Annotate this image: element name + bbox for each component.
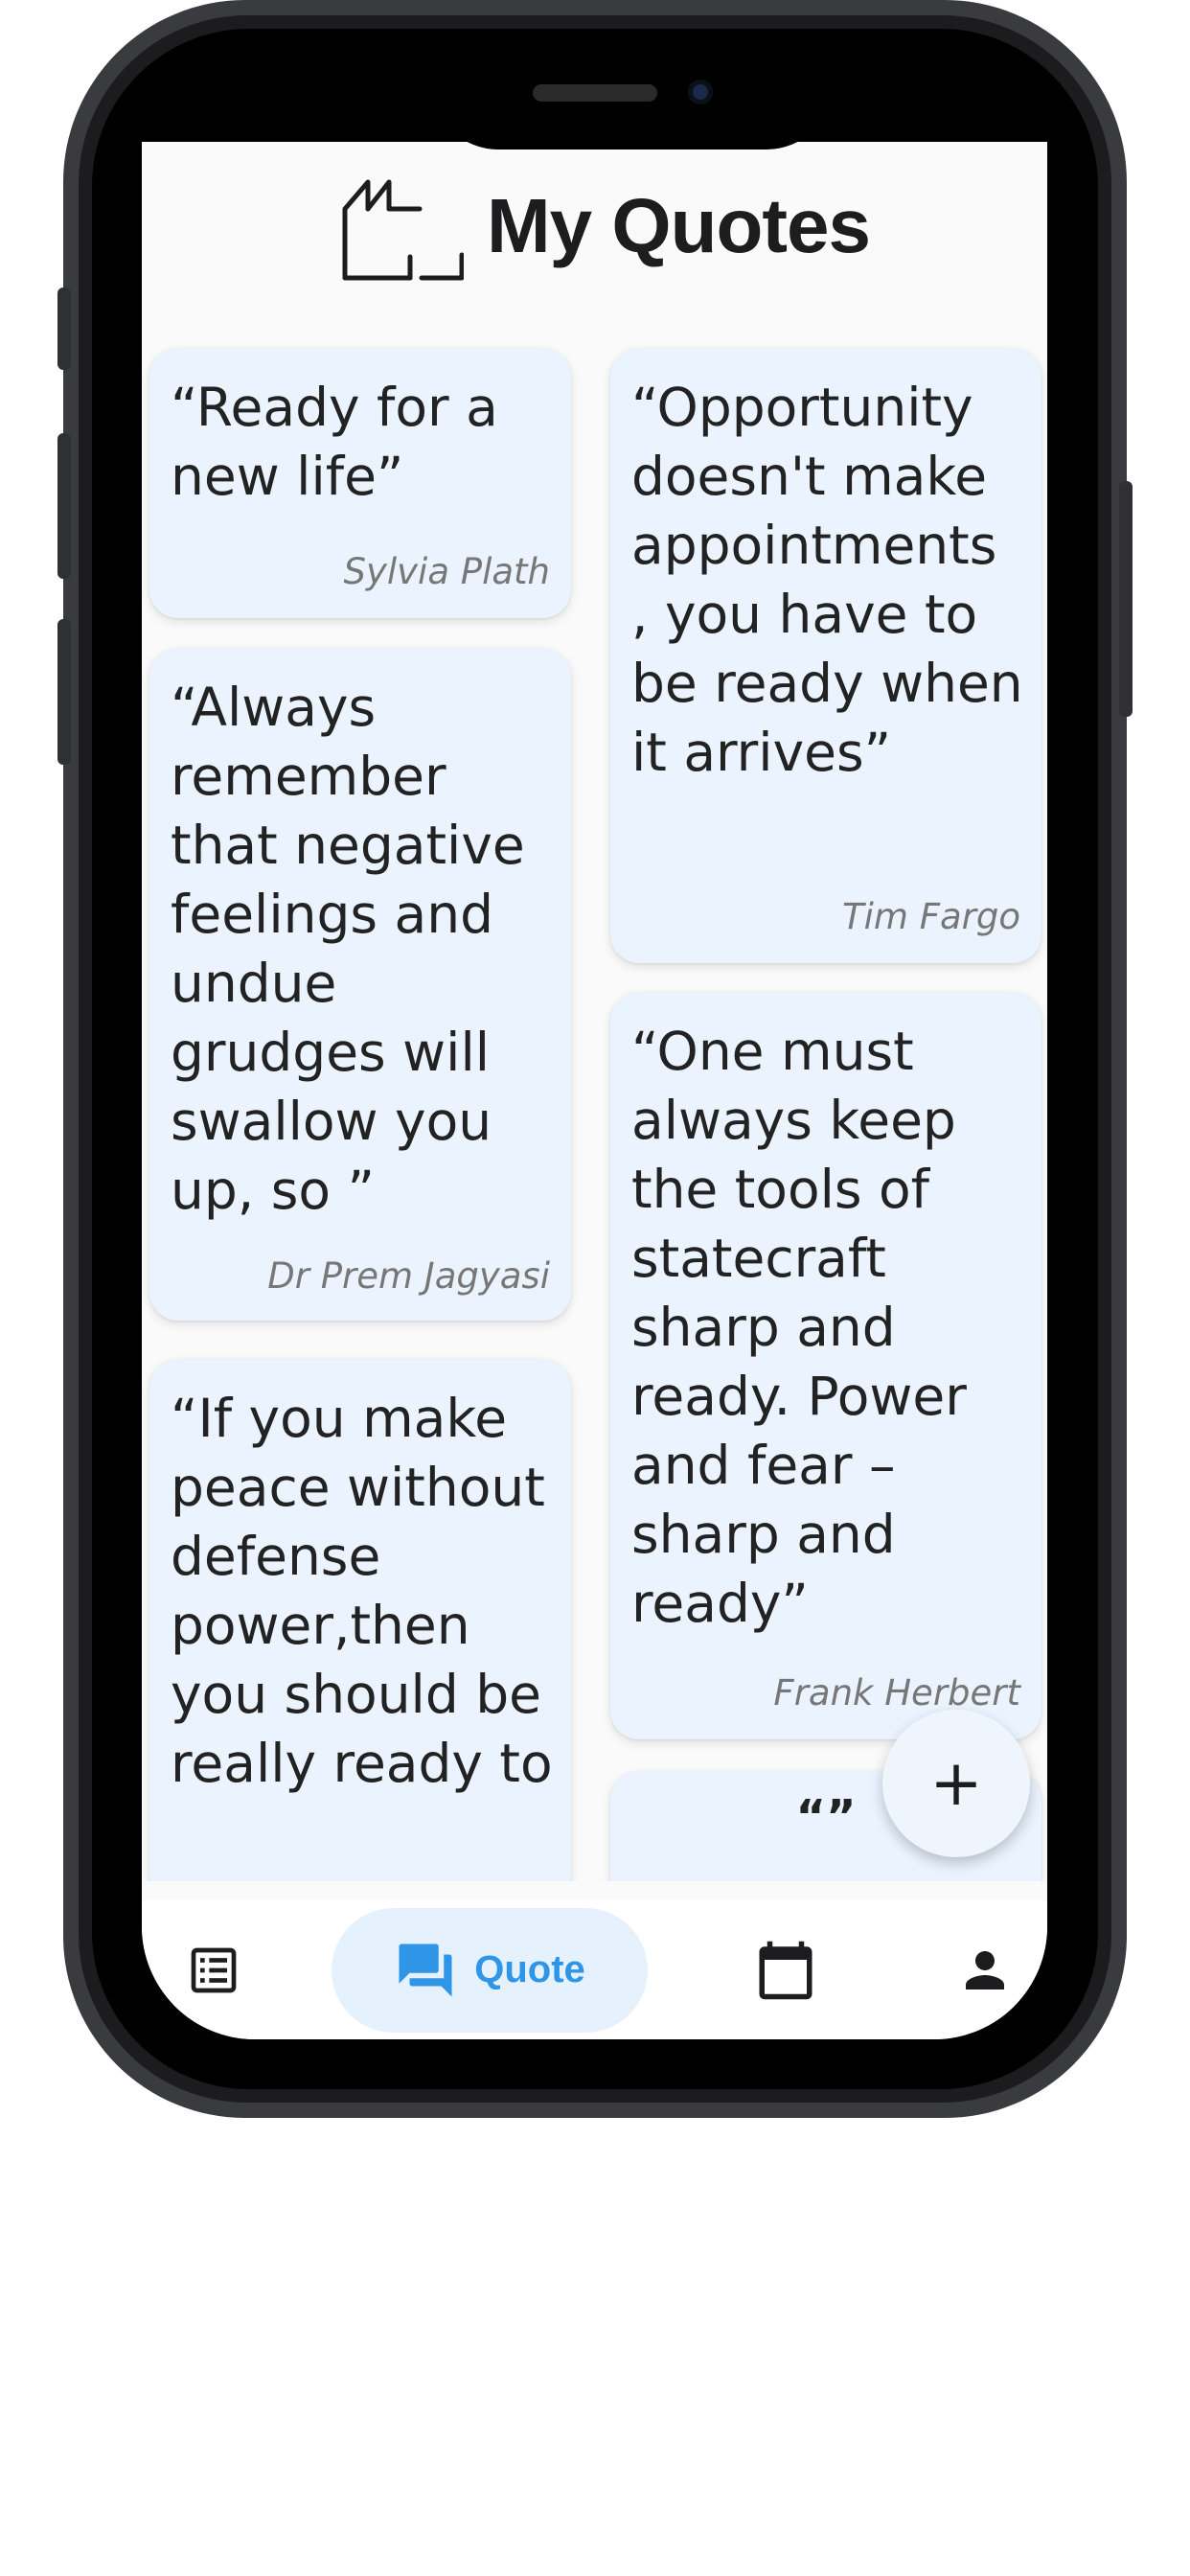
- list-icon: [191, 1947, 237, 1992]
- quote-author: Sylvia Plath: [343, 551, 551, 592]
- calendar-icon: [759, 1941, 812, 1999]
- chat-bubbles-icon: [399, 1944, 452, 1996]
- quote-author: Frank Herbert: [773, 1672, 1020, 1714]
- quote-card[interactable]: “Always remember that negative feelings …: [149, 648, 571, 1321]
- tab-quote[interactable]: Quote: [332, 1900, 648, 2039]
- quote-text: “Opportunity doesn't make appointments ,…: [631, 377, 1023, 783]
- tab-profile[interactable]: [932, 1900, 1038, 2039]
- app-screen: “Ready for a new life” Sylvia Plath “Alw…: [142, 142, 1047, 2039]
- app-title: My Quotes: [487, 183, 871, 268]
- volume-down-button: [57, 619, 71, 765]
- app-logo-icon: [342, 179, 464, 281]
- app-header: My Quotes: [142, 142, 1047, 324]
- tab-list[interactable]: [161, 1900, 266, 2039]
- quote-card[interactable]: “If you make peace without defense power…: [149, 1359, 571, 1881]
- quotes-feed[interactable]: “Ready for a new life” Sylvia Plath “Alw…: [142, 142, 1047, 1881]
- earpiece-speaker: [533, 84, 657, 102]
- add-quote-button[interactable]: +: [882, 1710, 1030, 1857]
- quote-text: “Ready for a new life”: [171, 377, 498, 507]
- quote-text: “Always remember that negative feelings …: [171, 677, 525, 1221]
- quote-text: “One must always keep the tools of state…: [631, 1021, 967, 1634]
- silent-switch: [57, 288, 71, 370]
- person-icon: [966, 1950, 1004, 1990]
- tab-quote-label: Quote: [474, 1948, 585, 1990]
- volume-up-button: [57, 433, 71, 579]
- bottom-navigation: Quote: [142, 1900, 1047, 2039]
- quote-card[interactable]: “Opportunity doesn't make appointments ,…: [610, 348, 1041, 963]
- power-button: [1119, 481, 1133, 717]
- quote-card[interactable]: “One must always keep the tools of state…: [610, 992, 1041, 1739]
- plus-icon: +: [929, 1746, 983, 1820]
- front-camera: [688, 80, 713, 104]
- quote-text: “If you make peace without defense power…: [171, 1388, 553, 1794]
- tab-calendar[interactable]: [733, 1900, 838, 2039]
- quote-card[interactable]: “Ready for a new life” Sylvia Plath: [149, 348, 571, 618]
- quote-author: Tim Fargo: [842, 896, 1020, 937]
- quote-author: Dr Prem Jagyasi: [267, 1255, 550, 1297]
